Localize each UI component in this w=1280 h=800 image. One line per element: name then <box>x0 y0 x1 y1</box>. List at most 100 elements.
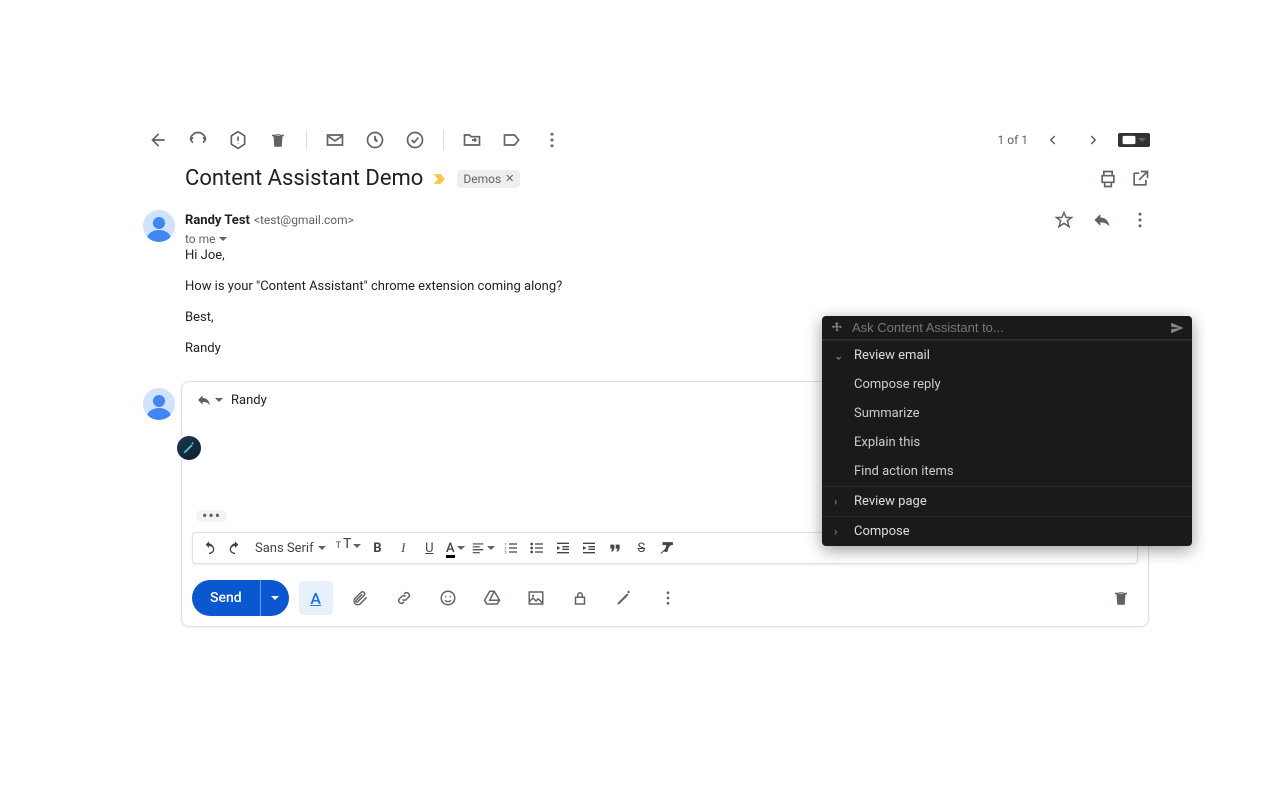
move-icon[interactable] <box>830 321 844 335</box>
strikethrough-button[interactable]: S <box>629 536 653 560</box>
importance-marker[interactable] <box>433 172 447 186</box>
separator <box>443 130 444 150</box>
send-button-group: Send <box>192 580 289 616</box>
reply-icon-button[interactable] <box>1092 210 1112 230</box>
back-button[interactable] <box>140 122 176 158</box>
align-button[interactable] <box>469 536 497 560</box>
chevron-down-icon: ⌄ <box>834 349 843 362</box>
newer-button[interactable] <box>1034 122 1070 158</box>
mark-unread-button[interactable] <box>317 122 353 158</box>
message-more-button[interactable] <box>1130 210 1150 230</box>
add-task-button[interactable] <box>397 122 433 158</box>
popout-button[interactable] <box>1130 169 1150 189</box>
large-t-icon: T <box>343 536 351 552</box>
assistant-section-review-email[interactable]: ⌄ Review email <box>822 340 1192 370</box>
drive-button[interactable] <box>475 581 509 615</box>
spam-button[interactable] <box>220 122 256 158</box>
message-body: Hi Joe, How is your "Content Assistant" … <box>185 248 562 372</box>
caret-down-icon <box>457 546 465 550</box>
attach-button[interactable] <box>343 581 377 615</box>
discard-draft-button[interactable] <box>1104 581 1138 615</box>
recipients-row[interactable]: to me <box>185 232 1150 246</box>
assistant-send-button[interactable] <box>1170 321 1184 335</box>
assistant-item-summarize[interactable]: Summarize <box>822 399 1192 428</box>
print-icon <box>1098 169 1118 189</box>
print-button[interactable] <box>1098 169 1118 189</box>
clock-icon <box>365 130 385 150</box>
section-label: Review page <box>854 494 927 509</box>
older-button[interactable] <box>1076 122 1112 158</box>
drive-icon <box>483 589 501 607</box>
underline-button[interactable]: U <box>417 536 441 560</box>
formatting-toggle-button[interactable]: A <box>299 581 333 615</box>
ol-icon: 123 <box>503 540 519 556</box>
pen-icon <box>182 441 196 455</box>
more-actions-button[interactable] <box>534 122 570 158</box>
remove-formatting-button[interactable] <box>655 536 679 560</box>
assistant-item-actions[interactable]: Find action items <box>822 457 1192 486</box>
label-remove-icon[interactable]: ✕ <box>505 172 514 185</box>
indent-icon <box>581 540 597 556</box>
drag-icon <box>830 321 844 335</box>
show-trimmed-button[interactable]: ••• <box>196 510 227 522</box>
numbered-list-button[interactable]: 123 <box>499 536 523 560</box>
indent-more-button[interactable] <box>577 536 601 560</box>
assistant-section-compose[interactable]: › Compose <box>822 516 1192 546</box>
input-method-button[interactable] <box>1118 133 1150 147</box>
chevron-right-icon: › <box>834 525 837 538</box>
chevron-right-icon <box>1085 131 1103 149</box>
lock-icon <box>571 589 589 607</box>
archive-button[interactable] <box>180 122 216 158</box>
body-greeting: Hi Joe, <box>185 248 562 263</box>
ul-icon <box>529 540 545 556</box>
message-header: Randy Test <test@gmail.com> to me <box>185 210 1150 246</box>
label-chip[interactable]: Demos ✕ <box>457 170 520 188</box>
trash-icon <box>1112 589 1130 607</box>
insert-link-button[interactable] <box>387 581 421 615</box>
undo-button[interactable] <box>197 536 221 560</box>
toolbar-right: 1 of 1 <box>998 122 1150 158</box>
sender-email: <test@gmail.com> <box>254 213 354 227</box>
assistant-item-compose-reply[interactable]: Compose reply <box>822 370 1192 399</box>
assistant-panel: ⌄ Review email Compose reply Summarize E… <box>822 316 1192 546</box>
insert-image-button[interactable] <box>519 581 553 615</box>
reply-type-button[interactable] <box>196 392 223 408</box>
assistant-input[interactable] <box>852 320 1162 335</box>
subject-row: Content Assistant Demo Demos ✕ <box>185 166 1150 191</box>
reply-recipient[interactable]: Randy <box>231 393 267 408</box>
send-icon <box>1170 321 1184 335</box>
assistant-item-explain[interactable]: Explain this <box>822 428 1192 457</box>
assistant-section-review-page[interactable]: › Review page <box>822 486 1192 516</box>
text-color-button[interactable]: A <box>443 536 467 560</box>
snooze-button[interactable] <box>357 122 393 158</box>
body-signature: Randy <box>185 341 562 356</box>
assistant-badge[interactable] <box>177 436 201 460</box>
indent-less-button[interactable] <box>551 536 575 560</box>
send-options-button[interactable] <box>260 580 289 616</box>
labels-button[interactable] <box>494 122 530 158</box>
star-button[interactable] <box>1054 210 1074 230</box>
bulleted-list-button[interactable] <box>525 536 549 560</box>
font-family-select[interactable]: Sans Serif <box>249 536 332 560</box>
font-size-button[interactable]: TT <box>334 536 364 560</box>
confidential-button[interactable] <box>563 581 597 615</box>
clear-format-icon <box>659 540 675 556</box>
svg-text:3: 3 <box>505 549 507 554</box>
redo-button[interactable] <box>223 536 247 560</box>
delete-button[interactable] <box>260 122 296 158</box>
outdent-icon <box>555 540 571 556</box>
more-vert-icon <box>542 130 562 150</box>
send-button[interactable]: Send <box>192 590 260 606</box>
emoji-button[interactable] <box>431 581 465 615</box>
move-to-button[interactable] <box>454 122 490 158</box>
more-send-options-button[interactable] <box>651 581 685 615</box>
to-text: to me <box>185 232 216 246</box>
italic-button[interactable]: I <box>391 536 415 560</box>
self-avatar[interactable] <box>143 388 175 420</box>
subject-actions <box>1098 169 1150 189</box>
signature-button[interactable] <box>607 581 641 615</box>
bold-button[interactable]: B <box>365 536 389 560</box>
sender-avatar[interactable] <box>143 210 175 242</box>
pen-icon <box>615 589 633 607</box>
quote-button[interactable] <box>603 536 627 560</box>
